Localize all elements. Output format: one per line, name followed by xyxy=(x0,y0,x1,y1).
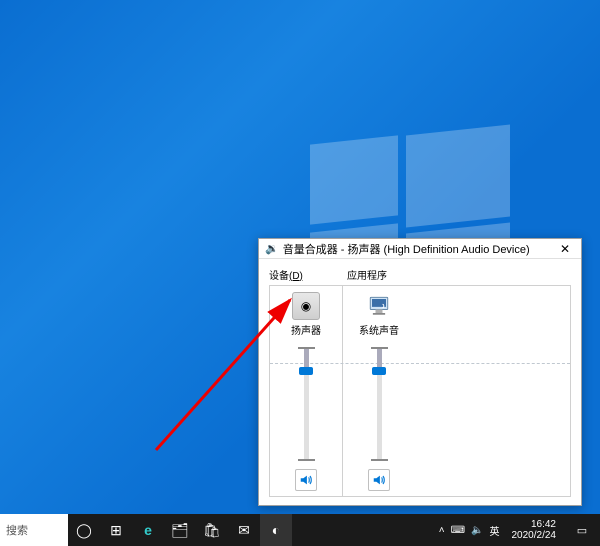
app-label: 系统声音 xyxy=(359,322,399,337)
cortana-button[interactable]: ◯ xyxy=(68,514,100,546)
taskbar-search[interactable]: 搜索 xyxy=(0,514,68,546)
explorer-icon[interactable]: 🗂 xyxy=(164,514,196,546)
sound-icon xyxy=(372,473,386,487)
tray-chevron-icon[interactable]: ˄ xyxy=(439,525,445,536)
volume-tray-icon[interactable]: 🔈 xyxy=(471,525,483,536)
network-icon[interactable]: ⌨ xyxy=(451,525,465,536)
speaker-device-icon[interactable]: ◉ xyxy=(292,292,320,320)
volume-icon: 🔉 xyxy=(265,242,279,255)
edge-icon[interactable]: e xyxy=(132,514,164,546)
sound-icon xyxy=(299,473,313,487)
ime-indicator[interactable]: 英 xyxy=(490,523,500,538)
titlebar[interactable]: 🔉 音量合成器 - 扬声器 (High Definition Audio Dev… xyxy=(259,239,581,259)
app-column: 系统声音 xyxy=(343,286,415,496)
mixer-panel: ◉ 扬声器 xyxy=(269,285,571,497)
device-label: 扬声器 xyxy=(291,322,321,337)
desktop: 🔉 音量合成器 - 扬声器 (High Definition Audio Dev… xyxy=(0,0,600,546)
app-volume-slider[interactable] xyxy=(359,347,399,461)
action-center-icon[interactable]: ▭ xyxy=(568,524,596,537)
store-icon[interactable]: 🛍 xyxy=(196,514,228,546)
taskbar-clock[interactable]: 16:42 2020/2/24 xyxy=(506,519,563,541)
system-sounds-icon[interactable] xyxy=(365,292,393,320)
app-taskbar-icon[interactable]: ◐ xyxy=(260,514,292,546)
close-button[interactable]: ✕ xyxy=(553,240,577,258)
taskbar[interactable]: 搜索 ◯ ⊞ e 🗂 🛍 ✉ ◐ ˄ ⌨ 🔈 英 16:42 2020/2/24… xyxy=(0,514,600,546)
mail-icon[interactable]: ✉ xyxy=(228,514,260,546)
system-tray: ˄ ⌨ 🔈 英 16:42 2020/2/24 ▭ xyxy=(439,519,600,541)
device-volume-slider[interactable] xyxy=(286,347,326,461)
apps-section-header: 应用程序 xyxy=(341,267,571,282)
task-view-button[interactable]: ⊞ xyxy=(100,514,132,546)
device-section-header[interactable]: 设备(D) xyxy=(269,267,341,282)
window-title: 音量合成器 - 扬声器 (High Definition Audio Devic… xyxy=(283,241,553,257)
app-mute-button[interactable] xyxy=(368,469,390,491)
volume-mixer-window[interactable]: 🔉 音量合成器 - 扬声器 (High Definition Audio Dev… xyxy=(258,238,582,506)
mixer-body: 设备(D) 应用程序 ◉ 扬声器 xyxy=(259,259,581,505)
device-mute-button[interactable] xyxy=(295,469,317,491)
device-column: ◉ 扬声器 xyxy=(270,286,342,496)
